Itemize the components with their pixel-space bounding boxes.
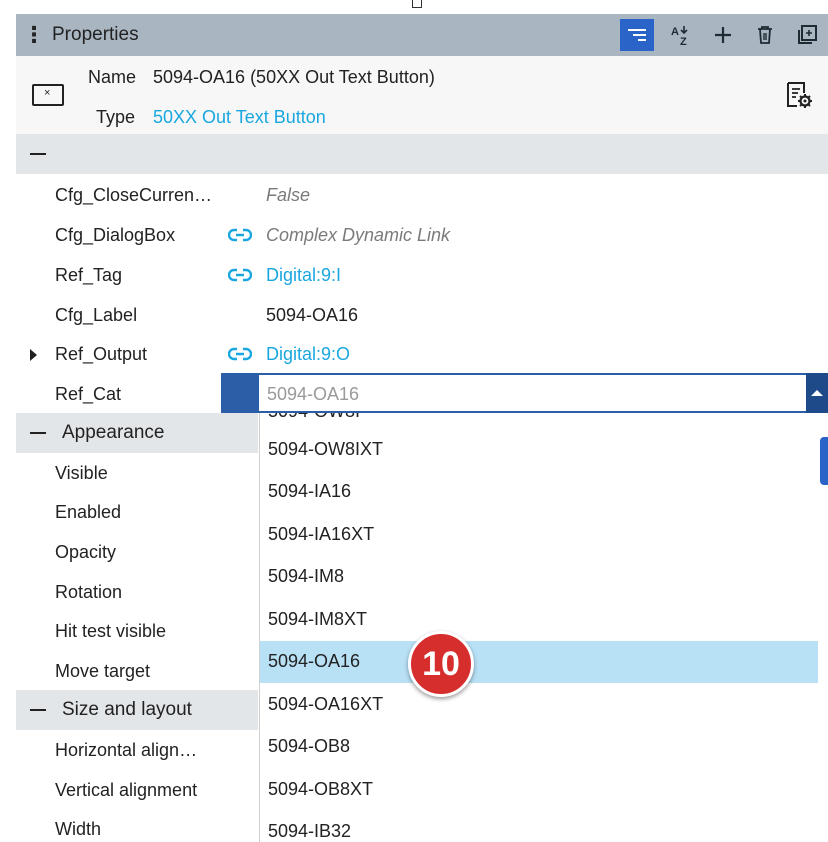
properties-settings-button[interactable] <box>784 80 814 115</box>
list-item[interactable]: 5094-OB8XT <box>260 769 818 811</box>
trash-icon <box>758 26 772 44</box>
property-name-hit-test[interactable]: Hit test visible <box>55 621 166 642</box>
property-name-rotation[interactable]: Rotation <box>55 582 122 603</box>
list-item-partial[interactable]: 5094-OW8I <box>268 413 360 422</box>
sort-alphabetical-button[interactable]: A Z <box>660 17 702 53</box>
list-item-selected[interactable]: 5094-OA16 <box>260 641 818 683</box>
list-item[interactable]: 5094-IB32 <box>260 811 818 842</box>
list-item[interactable]: 5094-IA16XT <box>260 514 818 556</box>
ref-cat-dropdown-list[interactable]: 5094-OW8I 5094-OW8IXT 5094-IA16 5094-IA1… <box>259 413 828 842</box>
property-name-move-target[interactable]: Move target <box>55 661 150 682</box>
panel-title: Properties <box>52 24 139 45</box>
property-name-horizontal-align[interactable]: Horizontal align… <box>55 740 197 761</box>
name-value: 5094-OA16 (50XX Out Text Button) <box>153 67 435 87</box>
link-icon[interactable] <box>227 267 253 288</box>
property-name: Ref_Output <box>55 344 148 364</box>
step-number-badge: 10 <box>408 631 474 697</box>
property-value[interactable]: Digital:9:O <box>266 344 350 365</box>
list-item[interactable]: 5094-OA16XT <box>260 684 818 726</box>
combo-collapse-button[interactable] <box>806 373 828 413</box>
combo-focus-indicator <box>221 373 259 413</box>
link-icon[interactable] <box>227 346 253 367</box>
parameters-section-bar[interactable] <box>16 134 828 174</box>
add-button[interactable] <box>702 17 744 53</box>
window-edge-mark <box>412 0 422 8</box>
ref-cat-combo-input[interactable]: 5094-OA16 <box>259 373 806 413</box>
link-icon[interactable] <box>227 227 253 248</box>
section-label: Appearance <box>62 422 165 443</box>
document-settings-icon <box>787 82 812 108</box>
property-value[interactable]: Digital:9:I <box>266 265 341 286</box>
property-row[interactable]: Ref_Tag Digital:9:I <box>16 255 828 295</box>
property-name: Cfg_CloseCurren… <box>55 185 213 205</box>
drag-grip-icon[interactable]: ⋮ <box>16 22 52 48</box>
type-value-link[interactable]: 50XX Out Text Button <box>153 107 326 128</box>
collapse-icon <box>30 153 46 155</box>
property-name: Cfg_Label <box>55 305 138 325</box>
property-row[interactable]: Cfg_Label 5094-OA16 <box>16 295 828 335</box>
list-item[interactable]: 5094-IM8XT <box>260 599 818 641</box>
size-layout-section-header[interactable]: Size and layout <box>16 690 258 730</box>
plus-icon <box>715 27 731 43</box>
svg-text:A: A <box>671 26 679 38</box>
property-name-visible[interactable]: Visible <box>55 463 108 484</box>
property-name-enabled[interactable]: Enabled <box>55 502 121 523</box>
property-name: Cfg_DialogBox <box>55 225 176 245</box>
property-name: Ref_Cat <box>55 384 122 404</box>
list-item[interactable]: 5094-OB8 <box>260 726 818 768</box>
list-item[interactable]: 5094-IM8 <box>260 556 818 598</box>
delete-button[interactable] <box>744 17 786 53</box>
list-item[interactable]: 5094-OW8IXT <box>260 429 818 471</box>
button-component-icon: × <box>32 84 64 106</box>
collapse-icon <box>30 432 46 434</box>
property-value[interactable]: False <box>266 185 310 206</box>
appearance-section-header[interactable]: Appearance <box>16 413 258 453</box>
property-name-vertical-align[interactable]: Vertical alignment <box>55 780 197 801</box>
categorized-view-button[interactable] <box>620 19 654 51</box>
list-item[interactable]: 5094-IA16 <box>260 471 818 513</box>
svg-text:Z: Z <box>680 36 687 47</box>
property-row[interactable]: Ref_Output Digital:9:O <box>16 334 828 374</box>
properties-title-bar: ⋮ Properties A Z <box>16 14 828 56</box>
collapse-icon <box>30 709 46 711</box>
property-row[interactable]: Cfg_CloseCurren… False <box>16 175 828 215</box>
component-header: × Name 5094-OA16 (50XX Out Text Button) … <box>16 56 828 134</box>
property-name: Ref_Tag <box>55 265 123 285</box>
new-window-icon <box>798 25 817 44</box>
sort-az-icon: A Z <box>671 26 688 47</box>
section-label: Size and layout <box>62 699 192 720</box>
name-label: Name <box>88 67 137 87</box>
dropdown-scrollbar-thumb[interactable] <box>820 437 828 485</box>
type-label: Type <box>96 107 136 127</box>
property-value[interactable]: Complex Dynamic Link <box>266 225 450 246</box>
chevron-up-icon <box>811 390 823 396</box>
detach-button[interactable] <box>786 17 828 53</box>
expand-arrow-icon[interactable] <box>30 349 37 361</box>
property-value[interactable]: 5094-OA16 <box>266 305 358 326</box>
property-name-width[interactable]: Width <box>55 819 101 840</box>
property-row[interactable]: Cfg_DialogBox Complex Dynamic Link <box>16 215 828 255</box>
categorized-icon <box>628 29 646 41</box>
property-name-opacity[interactable]: Opacity <box>55 542 116 563</box>
